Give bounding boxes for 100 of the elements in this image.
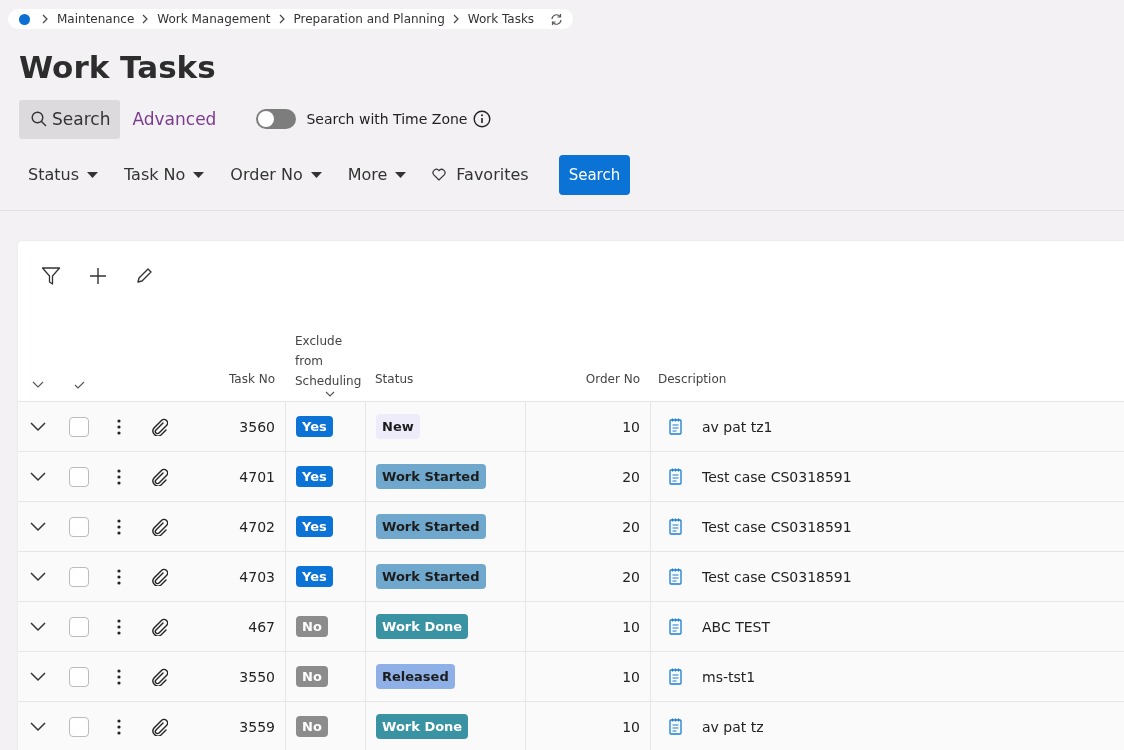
description-text: ABC TEST bbox=[702, 618, 770, 635]
paperclip-icon[interactable] bbox=[150, 417, 168, 436]
order-number: 10 bbox=[622, 668, 640, 685]
status-badge: New bbox=[376, 414, 420, 439]
breadcrumb-link[interactable]: Work Management bbox=[157, 12, 271, 26]
task-number: 4703 bbox=[239, 568, 275, 585]
exclude-badge: No bbox=[296, 716, 328, 737]
chevron-icon bbox=[278, 14, 286, 24]
more-options-icon[interactable] bbox=[117, 568, 121, 585]
order-number: 10 bbox=[622, 418, 640, 435]
task-number: 3559 bbox=[239, 718, 275, 735]
column-header[interactable]: Description bbox=[658, 369, 727, 389]
check-all-icon[interactable] bbox=[73, 381, 85, 389]
paperclip-icon[interactable] bbox=[150, 667, 168, 686]
task-number: 467 bbox=[248, 618, 275, 635]
exclude-badge: Yes bbox=[296, 516, 333, 537]
task-number: 4701 bbox=[239, 468, 275, 485]
info-icon[interactable] bbox=[473, 110, 492, 128]
column-header[interactable]: Exclude from Scheduling bbox=[295, 331, 365, 391]
heart-icon bbox=[432, 168, 447, 181]
description-text: ms-tst1 bbox=[702, 668, 756, 685]
paperclip-icon[interactable] bbox=[150, 617, 168, 636]
row-checkbox[interactable] bbox=[69, 616, 89, 637]
toggle-label: Search with Time Zone bbox=[306, 111, 468, 127]
expand-chevron-icon[interactable] bbox=[30, 721, 46, 732]
task-number: 3560 bbox=[239, 418, 275, 435]
caret-icon bbox=[310, 171, 322, 178]
row-checkbox[interactable] bbox=[69, 716, 89, 737]
task-number: 3550 bbox=[239, 668, 275, 685]
caret-icon bbox=[193, 171, 205, 178]
status-badge: Work Started bbox=[376, 514, 486, 539]
breadcrumb-link[interactable]: Preparation and Planning bbox=[293, 12, 445, 26]
description-text: av pat tz1 bbox=[702, 418, 773, 435]
expand-chevron-icon[interactable] bbox=[30, 521, 46, 532]
row-checkbox[interactable] bbox=[69, 516, 89, 537]
expand-chevron-icon[interactable] bbox=[30, 671, 46, 682]
search-button[interactable]: Search bbox=[558, 154, 631, 195]
more-options-icon[interactable] bbox=[117, 718, 121, 735]
more-options-icon[interactable] bbox=[117, 668, 121, 685]
row-checkbox[interactable] bbox=[69, 566, 89, 587]
add-icon[interactable] bbox=[89, 267, 107, 285]
paperclip-icon[interactable] bbox=[150, 517, 168, 536]
page-title: Work Tasks bbox=[19, 49, 217, 85]
order-number: 20 bbox=[622, 468, 640, 485]
notepad-icon[interactable] bbox=[669, 468, 682, 485]
row-checkbox[interactable] bbox=[69, 666, 89, 687]
filter-dropdown[interactable]: More bbox=[337, 165, 417, 184]
column-header[interactable]: Status bbox=[375, 369, 414, 389]
exclude-badge: Yes bbox=[296, 466, 333, 487]
more-options-icon[interactable] bbox=[117, 518, 121, 535]
collapse-all-icon[interactable] bbox=[32, 381, 44, 389]
column-header[interactable]: Task No bbox=[228, 369, 275, 389]
column-header[interactable]: Order No bbox=[585, 369, 640, 389]
notepad-icon[interactable] bbox=[669, 568, 682, 585]
sort-icon[interactable] bbox=[325, 391, 335, 397]
description-text: Test case CS0318591 bbox=[702, 518, 852, 535]
status-badge: Work Started bbox=[376, 464, 486, 489]
status-badge: Work Started bbox=[376, 564, 486, 589]
search-mode-tab[interactable]: Search bbox=[19, 99, 121, 139]
notepad-icon[interactable] bbox=[669, 418, 682, 435]
edit-icon[interactable] bbox=[135, 267, 153, 285]
description-text: av pat tz bbox=[702, 718, 764, 735]
filter-dropdown[interactable]: Status bbox=[18, 165, 108, 184]
description-text: Test case CS0318591 bbox=[702, 568, 852, 585]
expand-chevron-icon[interactable] bbox=[30, 471, 46, 482]
task-number: 4702 bbox=[239, 518, 275, 535]
expand-chevron-icon[interactable] bbox=[30, 621, 46, 632]
toggle-switch[interactable] bbox=[256, 109, 297, 129]
breadcrumb-link[interactable]: Maintenance bbox=[57, 12, 135, 26]
row-checkbox[interactable] bbox=[69, 466, 89, 487]
favorites-button[interactable]: Favorites bbox=[422, 165, 539, 184]
order-number: 10 bbox=[622, 718, 640, 735]
more-options-icon[interactable] bbox=[117, 468, 121, 485]
expand-chevron-icon[interactable] bbox=[30, 421, 46, 432]
filter-dropdown[interactable]: Task No bbox=[114, 165, 215, 184]
paperclip-icon[interactable] bbox=[150, 717, 168, 736]
search-icon bbox=[31, 111, 47, 127]
row-checkbox[interactable] bbox=[69, 416, 89, 437]
filter-dropdown[interactable]: Order No bbox=[220, 165, 332, 184]
order-number: 10 bbox=[622, 618, 640, 635]
description-text: Test case CS0318591 bbox=[702, 468, 852, 485]
status-badge: Work Done bbox=[376, 714, 469, 739]
home-icon[interactable] bbox=[19, 13, 30, 25]
notepad-icon[interactable] bbox=[669, 668, 682, 685]
notepad-icon[interactable] bbox=[669, 518, 682, 535]
notepad-icon[interactable] bbox=[669, 718, 682, 735]
search-mode-tab[interactable]: Advanced bbox=[120, 99, 227, 139]
breadcrumb-link[interactable]: Work Tasks bbox=[467, 12, 535, 26]
status-badge: Work Done bbox=[376, 614, 469, 639]
refresh-icon[interactable] bbox=[550, 12, 564, 26]
expand-chevron-icon[interactable] bbox=[30, 571, 46, 582]
more-options-icon[interactable] bbox=[117, 418, 121, 435]
order-number: 20 bbox=[622, 518, 640, 535]
filter-icon[interactable] bbox=[41, 266, 61, 286]
paperclip-icon[interactable] bbox=[150, 567, 168, 586]
order-number: 20 bbox=[622, 568, 640, 585]
paperclip-icon[interactable] bbox=[150, 467, 168, 486]
more-options-icon[interactable] bbox=[117, 618, 121, 635]
caret-icon bbox=[395, 171, 407, 178]
notepad-icon[interactable] bbox=[669, 618, 682, 635]
